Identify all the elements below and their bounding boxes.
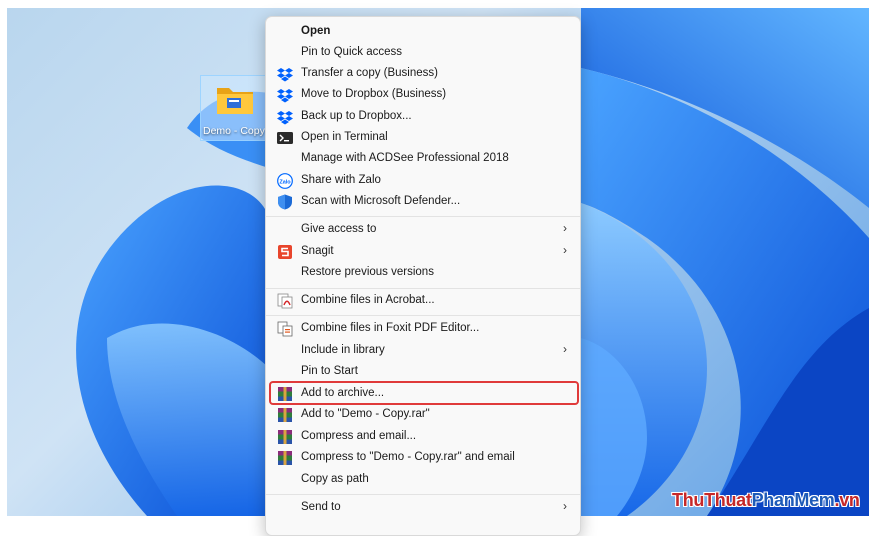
menu-item-transfer-copy[interactable]: Transfer a copy (Business): [271, 64, 577, 85]
zalo-icon: Zalo: [277, 173, 293, 189]
watermark-logo: ThuThuatPhanMem.vn: [672, 490, 860, 511]
menu-item-label: Include in library: [301, 344, 385, 356]
menu-item-scan-defender[interactable]: Scan with Microsoft Defender...: [271, 192, 577, 213]
menu-item-label: Transfer a copy (Business): [301, 67, 438, 79]
menu-item-move-dropbox[interactable]: Move to Dropbox (Business): [271, 85, 577, 106]
menu-item-open[interactable]: Open: [271, 22, 577, 43]
folder-icon: [217, 88, 253, 114]
menu-separator: [266, 494, 580, 495]
menu-item-label: Share with Zalo: [301, 174, 381, 186]
submenu-arrow-icon: ›: [563, 342, 567, 356]
menu-item-label: Manage with ACDSee Professional 2018: [301, 152, 509, 164]
foxit-icon: [277, 321, 293, 337]
watermark-part: PhanMem: [751, 490, 835, 510]
menu-item-label: Snagit: [301, 245, 334, 257]
snagit-icon: [278, 245, 292, 259]
defender-shield-icon: [278, 194, 292, 210]
menu-item-label: Pin to Quick access: [301, 46, 402, 58]
menu-item-label: Restore previous versions: [301, 266, 434, 278]
submenu-arrow-icon: ›: [563, 243, 567, 257]
menu-item-add-to-rar[interactable]: Add to "Demo - Copy.rar": [271, 405, 577, 426]
menu-separator: [266, 216, 580, 217]
svg-text:Zalo: Zalo: [279, 180, 291, 186]
acrobat-icon: [277, 293, 293, 309]
menu-item-pin-quick-access[interactable]: Pin to Quick access: [271, 43, 577, 64]
menu-item-open-terminal[interactable]: Open in Terminal: [271, 128, 577, 149]
terminal-icon: [277, 132, 293, 144]
menu-item-compress-email[interactable]: Compress and email...: [271, 427, 577, 448]
menu-item-copy-path[interactable]: Copy as path: [271, 470, 577, 491]
menu-item-acdsee[interactable]: Manage with ACDSee Professional 2018: [271, 149, 577, 170]
menu-item-label: Copy as path: [301, 473, 369, 485]
menu-separator: [266, 315, 580, 316]
menu-item-share-zalo[interactable]: Zalo Share with Zalo: [271, 171, 577, 192]
winrar-icon: [278, 408, 292, 422]
submenu-arrow-icon: ›: [563, 221, 567, 235]
menu-item-label: Compress and email...: [301, 430, 417, 442]
menu-item-label: Back up to Dropbox...: [301, 110, 412, 122]
menu-item-label: Give access to: [301, 223, 377, 235]
context-menu: Open Pin to Quick access Transfer a copy…: [265, 16, 581, 536]
menu-item-compress-rar-email[interactable]: Compress to "Demo - Copy.rar" and email: [271, 448, 577, 469]
desktop-folder-item[interactable]: Demo - Copy: [200, 75, 270, 141]
menu-item-give-access[interactable]: Give access to ›: [271, 220, 577, 241]
watermark-part: .vn: [834, 490, 860, 510]
dropbox-icon: [277, 68, 293, 82]
desktop-folder-label: Demo - Copy: [203, 125, 265, 137]
highlight-annotation-box: [269, 381, 579, 405]
menu-item-pin-start[interactable]: Pin to Start: [271, 362, 577, 383]
winrar-icon: [278, 430, 292, 444]
submenu-arrow-icon: ›: [563, 499, 567, 513]
winrar-icon: [278, 451, 292, 465]
menu-item-restore-versions[interactable]: Restore previous versions: [271, 263, 577, 284]
menu-item-label: Add to "Demo - Copy.rar": [301, 408, 430, 420]
menu-item-label: Compress to "Demo - Copy.rar" and email: [301, 451, 515, 463]
menu-item-label: Scan with Microsoft Defender...: [301, 195, 461, 207]
menu-item-include-library[interactable]: Include in library ›: [271, 341, 577, 362]
menu-item-label: Send to: [301, 501, 341, 513]
menu-item-label: Open: [301, 25, 331, 37]
menu-item-label: Pin to Start: [301, 365, 358, 377]
dropbox-icon: [277, 89, 293, 103]
dropbox-icon: [277, 111, 293, 125]
menu-item-label: Move to Dropbox (Business): [301, 88, 447, 100]
menu-item-combine-foxit[interactable]: Combine files in Foxit PDF Editor...: [271, 319, 577, 340]
menu-item-label: Combine files in Foxit PDF Editor...: [301, 322, 480, 334]
screenshot-frame: Demo - Copy Open Pin to Quick access Tra…: [0, 0, 869, 536]
menu-item-snagit[interactable]: Snagit ›: [271, 242, 577, 263]
menu-separator: [266, 288, 580, 289]
menu-item-label: Open in Terminal: [301, 131, 388, 143]
menu-item-label: Combine files in Acrobat...: [301, 294, 435, 306]
watermark-part: ThuThuat: [672, 490, 752, 510]
menu-item-backup-dropbox[interactable]: Back up to Dropbox...: [271, 107, 577, 128]
menu-item-combine-acrobat[interactable]: Combine files in Acrobat...: [271, 291, 577, 312]
